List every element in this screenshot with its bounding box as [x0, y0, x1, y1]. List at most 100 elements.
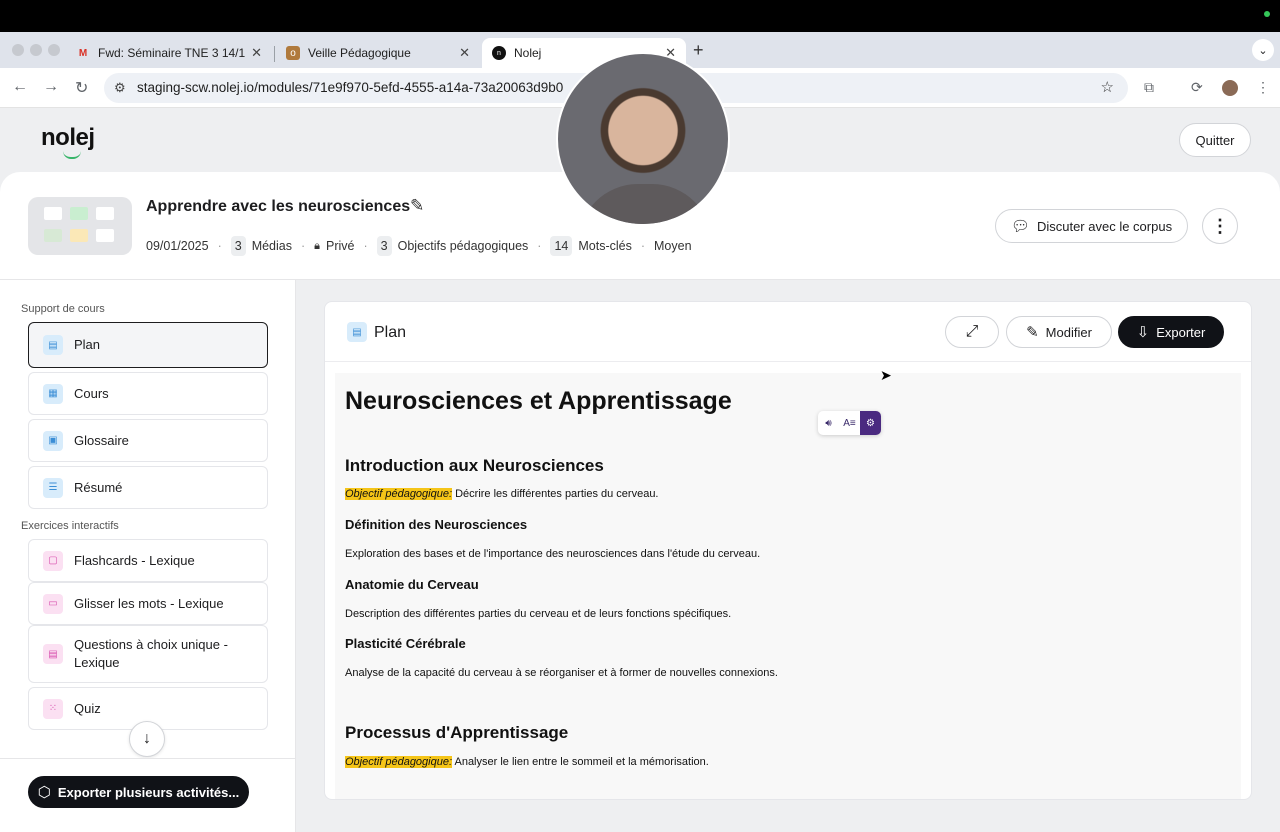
objectives-label: Objectifs pédagogiques — [397, 239, 529, 253]
sidebar-item-single-choice[interactable]: ▤ Questions à choix unique - Lexique — [28, 625, 268, 683]
panel-title: Plan — [374, 324, 407, 341]
window-minimize-button[interactable] — [30, 44, 42, 56]
subsection-text: Analyse de la capacité du cerveau à se r… — [345, 667, 778, 679]
section-title-support: Support de cours — [21, 303, 105, 315]
glossary-icon: ▣ — [43, 430, 63, 451]
export-multiple-button[interactable]: ⬡ Exporter plusieurs activités... — [28, 776, 249, 808]
logo-smile — [63, 151, 81, 159]
flashcards-icon: ▢ — [43, 550, 63, 571]
sidebar-item-flashcards[interactable]: ▢ Flashcards - Lexique — [28, 539, 268, 582]
section-heading: Introduction aux Neurosciences — [345, 456, 604, 475]
expand-icon: ⤢ — [965, 323, 979, 340]
close-icon[interactable]: ✕ — [251, 45, 262, 61]
objectives-count: 3 — [376, 236, 392, 256]
module-meta: 09/01/2025 · 3 Médias · 🔒︎ Privé · 3 Obj… — [146, 236, 692, 256]
sidebar-item-glossaire[interactable]: ▣ Glossaire — [28, 419, 268, 462]
pencil-icon: ✎ — [1026, 324, 1039, 341]
window-close-button[interactable] — [12, 44, 24, 56]
webcam-person — [578, 184, 712, 224]
meta-separator: · — [363, 239, 368, 253]
back-arrow-icon[interactable]: ← — [12, 78, 28, 96]
keywords-label: Mots-clés — [578, 239, 632, 253]
site-settings-icon[interactable]: ⚙ — [114, 80, 126, 96]
sidebar-item-cours[interactable]: ▦ Cours — [28, 372, 268, 415]
edit-title-pencil-icon[interactable]: ✎ — [410, 196, 424, 216]
meta-separator: · — [640, 239, 646, 253]
chat-bubble-icon: 💬︎ — [1010, 218, 1030, 235]
modify-label: Modifier — [1045, 324, 1092, 340]
keywords-count: 14 — [550, 236, 573, 256]
medias-label: Médias — [251, 239, 292, 253]
course-icon: ▦ — [43, 383, 63, 404]
subsection-heading: Définition des Neurosciences — [345, 517, 528, 532]
arrow-down-icon[interactable]: ↓ — [129, 721, 165, 757]
objective-highlight: Objectif pédagogique: — [345, 488, 453, 500]
nolej-logo[interactable]: nolej — [41, 124, 95, 159]
logo-text: nolej — [41, 124, 95, 151]
more-vertical-icon[interactable]: ⋮ — [1256, 79, 1270, 96]
objective-highlight: Objectif pédagogique: — [345, 756, 453, 768]
thumb-tile — [70, 207, 88, 220]
browser-tab-gmail[interactable]: M Fwd: Séminaire TNE 3 14/15 p ✕ — [66, 38, 272, 68]
window-zoom-button[interactable] — [48, 44, 60, 56]
summary-list-icon: ☰ — [43, 477, 63, 498]
url-text[interactable]: staging-scw.nolej.io/modules/71e9f970-5e… — [137, 80, 563, 95]
reload-icon[interactable]: ↻ — [75, 78, 88, 98]
panel-header: ▤ Plan ⤢ ✎ Modifier ⇩ Exporter — [325, 302, 1251, 362]
thumb-tile — [44, 207, 62, 220]
accessibility-toolbar: 🔊︎ A≡ ⚙ — [818, 411, 881, 435]
new-tab-icon[interactable]: + — [693, 40, 704, 61]
export-label: Exporter — [1156, 324, 1206, 340]
sidebar-item-label: Glossaire — [74, 432, 129, 448]
text-size-icon[interactable]: A≡ — [839, 411, 860, 435]
drag-words-icon: ▭ — [43, 593, 63, 614]
export-button[interactable]: ⇩ Exporter — [1118, 316, 1224, 348]
meta-separator: · — [537, 239, 542, 253]
export-multiple-label: Exporter plusieurs activités... — [57, 784, 240, 800]
section-title-exercises: Exercices interactifs — [21, 520, 119, 532]
sidebar-footer: ⬡ Exporter plusieurs activités... — [0, 758, 295, 832]
meta-separator: · — [300, 239, 306, 253]
level-label: Moyen — [654, 239, 692, 253]
gear-icon[interactable]: ⚙ — [860, 411, 881, 435]
tab-title: Veille Pédagogique — [308, 46, 411, 60]
subsection-heading: Plasticité Cérébrale — [345, 636, 466, 651]
thumb-tile — [70, 229, 88, 242]
bookmark-star-icon[interactable]: ☆ — [1101, 78, 1114, 96]
fullscreen-button[interactable]: ⤢ — [945, 316, 999, 348]
profile-avatar[interactable] — [1222, 80, 1238, 96]
more-vertical-icon[interactable]: ⋮ — [1202, 208, 1238, 244]
chat-with-corpus-button[interactable]: 💬︎ Discuter avec le corpus — [995, 209, 1188, 243]
sidebar-item-resume[interactable]: ☰ Résumé — [28, 466, 268, 509]
objective-text: Analyser le lien entre le sommeil et la … — [454, 756, 709, 768]
thumb-tile — [44, 229, 62, 242]
forward-arrow-icon[interactable]: → — [43, 78, 59, 96]
webcam-overlay — [556, 52, 730, 226]
extensions-icon[interactable]: ⧉ — [1144, 79, 1154, 96]
module-thumbnail — [28, 197, 132, 255]
speaker-icon[interactable]: 🔊︎ — [818, 411, 839, 435]
chevron-down-icon[interactable]: ⌄ — [1252, 39, 1274, 61]
privacy-label: Privé — [326, 239, 355, 253]
quit-button[interactable]: Quitter — [1179, 123, 1251, 157]
browser-tab-veille[interactable]: o Veille Pédagogique ✕ — [276, 38, 480, 68]
camera-status-dot — [1264, 11, 1270, 17]
plan-document: Neurosciences et Apprentissage 🔊︎ A≡ ⚙ I… — [335, 373, 1241, 799]
sidebar-item-label: Flashcards - Lexique — [74, 552, 195, 568]
module-title: Apprendre avec les neurosciences — [146, 198, 411, 215]
sidebar-item-drag-words[interactable]: ▭ Glisser les mots - Lexique — [28, 582, 268, 625]
sidebar-item-plan[interactable]: ▤ Plan — [28, 322, 268, 368]
lock-icon: 🔒︎ — [314, 239, 321, 252]
module-date: 09/01/2025 — [146, 239, 209, 253]
close-icon[interactable]: ✕ — [459, 45, 470, 61]
meta-separator: · — [217, 239, 222, 253]
modify-button[interactable]: ✎ Modifier — [1006, 316, 1112, 348]
sidebar-item-label: Questions à choix unique - Lexique — [74, 637, 228, 670]
plan-panel: ▤ Plan ⤢ ✎ Modifier ⇩ Exporter Neuroscie… — [324, 301, 1252, 800]
objective-line: Objectif pédagogique: Analyser le lien e… — [345, 756, 709, 768]
export-download-icon: ⇩ — [1136, 324, 1150, 341]
sidebar-item-label: Résumé — [74, 479, 123, 495]
plan-icon: ▤ — [347, 322, 367, 342]
media-control-icon[interactable]: ⟳ — [1191, 79, 1203, 96]
sidebar: Support de cours ▤ Plan ▦ Cours ▣ Glossa… — [0, 280, 296, 832]
